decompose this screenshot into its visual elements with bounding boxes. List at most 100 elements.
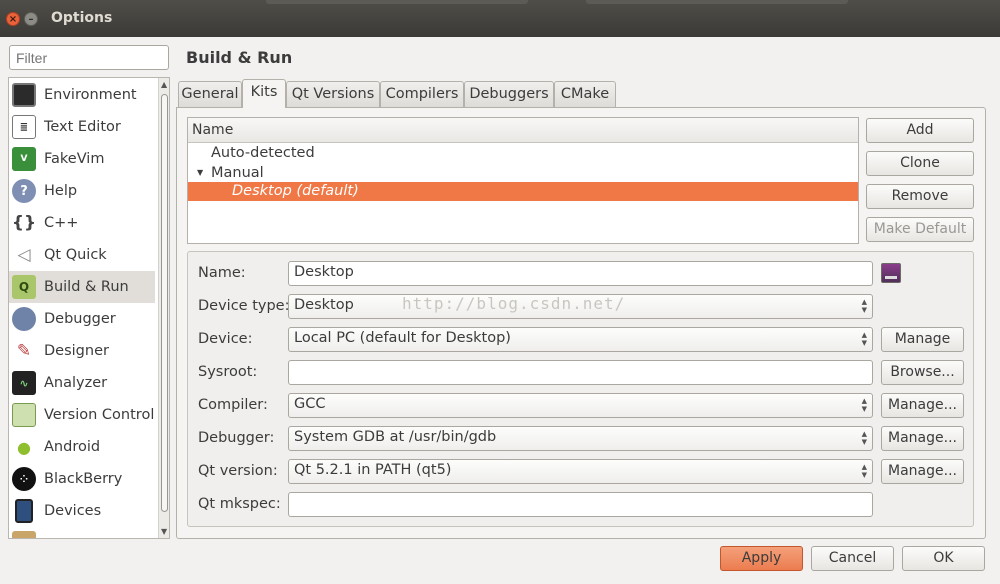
tab-cmake[interactable]: CMake bbox=[554, 81, 616, 107]
kit-list: Name Auto-detected ▼ Manual Desktop (defa… bbox=[187, 117, 859, 244]
kit-row-desktop-default[interactable]: Desktop (default) bbox=[188, 182, 858, 201]
tab-general[interactable]: General bbox=[178, 81, 242, 107]
watermark-text: http://blog.csdn.net/ bbox=[402, 294, 626, 313]
tab-compilers[interactable]: Compilers bbox=[380, 81, 464, 107]
clone-kit-button[interactable]: Clone bbox=[866, 151, 974, 176]
category-environment[interactable]: Environment bbox=[9, 79, 155, 111]
category-version-control[interactable]: Version Control bbox=[9, 399, 155, 431]
category-label: FakeVim bbox=[44, 151, 105, 167]
analyzer-icon: ∿ bbox=[12, 371, 36, 395]
combo-arrows-icon: ▲ ▼ bbox=[861, 298, 867, 314]
monitor-icon bbox=[12, 83, 36, 107]
android-icon: ● bbox=[12, 435, 36, 459]
combo-value: System GDB at /usr/bin/gdb bbox=[294, 429, 497, 445]
category-label: Text Editor bbox=[44, 119, 121, 135]
category-label: Android bbox=[44, 439, 101, 455]
remove-kit-button[interactable]: Remove bbox=[866, 184, 974, 209]
sysroot-input[interactable] bbox=[288, 360, 873, 385]
kit-group-auto-detected[interactable]: Auto-detected bbox=[188, 144, 858, 163]
debugger-bug-icon bbox=[12, 307, 36, 331]
manage-qt-versions-button[interactable]: Manage... bbox=[881, 459, 964, 484]
build-run-icon: Q bbox=[12, 275, 36, 299]
name-label: Name: bbox=[198, 265, 246, 281]
debugger-combo[interactable]: System GDB at /usr/bin/gdb ▲ ▼ bbox=[288, 426, 873, 451]
combo-arrows-icon: ▲ ▼ bbox=[861, 331, 867, 347]
category-fakevim[interactable]: V FakeVim bbox=[9, 143, 155, 175]
title-bar-tab-hint bbox=[266, 0, 528, 4]
add-kit-button[interactable]: Add bbox=[866, 118, 974, 143]
compiler-label: Compiler: bbox=[198, 397, 268, 413]
category-qt-quick[interactable]: ◁ Qt Quick bbox=[9, 239, 155, 271]
text-editor-icon: ≣ bbox=[12, 115, 36, 139]
category-blackberry[interactable]: ⁘ BlackBerry bbox=[9, 463, 155, 495]
window-title: Options bbox=[51, 10, 113, 26]
combo-arrows-icon: ▲ ▼ bbox=[861, 397, 867, 413]
cpp-braces-icon: {} bbox=[11, 211, 37, 235]
category-text-editor[interactable]: ≣ Text Editor bbox=[9, 111, 155, 143]
category-icon bbox=[12, 531, 36, 538]
close-icon: × bbox=[8, 14, 18, 25]
category-designer[interactable]: ✎ Designer bbox=[9, 335, 155, 367]
tab-qt-versions[interactable]: Qt Versions bbox=[286, 81, 380, 107]
category-label: Debugger bbox=[44, 311, 116, 327]
kit-row-label: Desktop (default) bbox=[232, 183, 359, 199]
combo-value: GCC bbox=[294, 396, 326, 412]
device-combo[interactable]: Local PC (default for Desktop) ▲ ▼ bbox=[288, 327, 873, 352]
scroll-up-icon[interactable]: ▲ bbox=[161, 80, 167, 89]
apply-button[interactable]: Apply bbox=[720, 546, 803, 571]
tab-debuggers[interactable]: Debuggers bbox=[464, 81, 554, 107]
debugger-label: Debugger: bbox=[198, 430, 275, 446]
category-devices[interactable]: Devices bbox=[9, 495, 155, 527]
designer-tools-icon: ✎ bbox=[12, 339, 36, 363]
device-type-label: Device type: bbox=[198, 298, 290, 314]
category-list: Environment ≣ Text Editor V FakeVim ? He… bbox=[8, 77, 170, 539]
kit-row-label: Auto-detected bbox=[211, 145, 315, 161]
category-label: Analyzer bbox=[44, 375, 108, 391]
tree-expander-icon[interactable]: ▼ bbox=[197, 163, 211, 182]
category-debugger[interactable]: Debugger bbox=[9, 303, 155, 335]
page-title: Build & Run bbox=[186, 48, 293, 67]
qt-quick-icon: ◁ bbox=[12, 243, 36, 267]
qt-version-combo[interactable]: Qt 5.2.1 in PATH (qt5) ▲ ▼ bbox=[288, 459, 873, 484]
scrollbar-thumb[interactable] bbox=[161, 94, 168, 512]
qt-mkspec-label: Qt mkspec: bbox=[198, 496, 281, 512]
device-type-desktop-icon[interactable] bbox=[881, 263, 901, 283]
category-analyzer[interactable]: ∿ Analyzer bbox=[9, 367, 155, 399]
category-scrollbar[interactable]: ▲ ▼ bbox=[158, 78, 169, 538]
manage-debuggers-button[interactable]: Manage... bbox=[881, 426, 964, 451]
minimize-icon: – bbox=[28, 14, 34, 25]
category-label: Version Control bbox=[44, 407, 155, 423]
category-android[interactable]: ● Android bbox=[9, 431, 155, 463]
browse-sysroot-button[interactable]: Browse... bbox=[881, 360, 964, 385]
category-label: BlackBerry bbox=[44, 471, 123, 487]
category-partially-visible[interactable] bbox=[9, 527, 155, 538]
tab-kits[interactable]: Kits bbox=[242, 79, 286, 108]
category-build-run[interactable]: Q Build & Run bbox=[9, 271, 155, 303]
category-cpp[interactable]: {} C++ bbox=[9, 207, 155, 239]
kit-name-input[interactable]: Desktop bbox=[288, 261, 873, 286]
window-close-button[interactable]: × bbox=[6, 12, 20, 26]
ok-button[interactable]: OK bbox=[902, 546, 985, 571]
cancel-button[interactable]: Cancel bbox=[811, 546, 894, 571]
qt-mkspec-input[interactable] bbox=[288, 492, 873, 517]
kit-list-header[interactable]: Name bbox=[188, 118, 858, 143]
make-default-button[interactable]: Make Default bbox=[866, 217, 974, 242]
combo-arrows-icon: ▲ ▼ bbox=[861, 463, 867, 479]
manage-compilers-button[interactable]: Manage... bbox=[881, 393, 964, 418]
fakevim-icon: V bbox=[12, 147, 36, 171]
window-minimize-button[interactable]: – bbox=[24, 12, 38, 26]
category-label: Build & Run bbox=[44, 279, 129, 295]
title-bar-tab-hint bbox=[586, 0, 848, 4]
compiler-combo[interactable]: GCC ▲ ▼ bbox=[288, 393, 873, 418]
kit-group-manual[interactable]: ▼ Manual bbox=[188, 163, 858, 182]
filter-input[interactable] bbox=[9, 45, 169, 70]
scroll-down-icon[interactable]: ▼ bbox=[161, 527, 167, 536]
category-help[interactable]: ? Help bbox=[9, 175, 155, 207]
version-control-icon bbox=[12, 403, 36, 427]
manage-devices-button[interactable]: Manage bbox=[881, 327, 964, 352]
combo-value: Qt 5.2.1 in PATH (qt5) bbox=[294, 462, 452, 478]
category-label: C++ bbox=[44, 215, 79, 231]
title-bar: × – Options bbox=[0, 0, 1000, 37]
qt-version-label: Qt version: bbox=[198, 463, 278, 479]
combo-arrows-icon: ▲ ▼ bbox=[861, 430, 867, 446]
